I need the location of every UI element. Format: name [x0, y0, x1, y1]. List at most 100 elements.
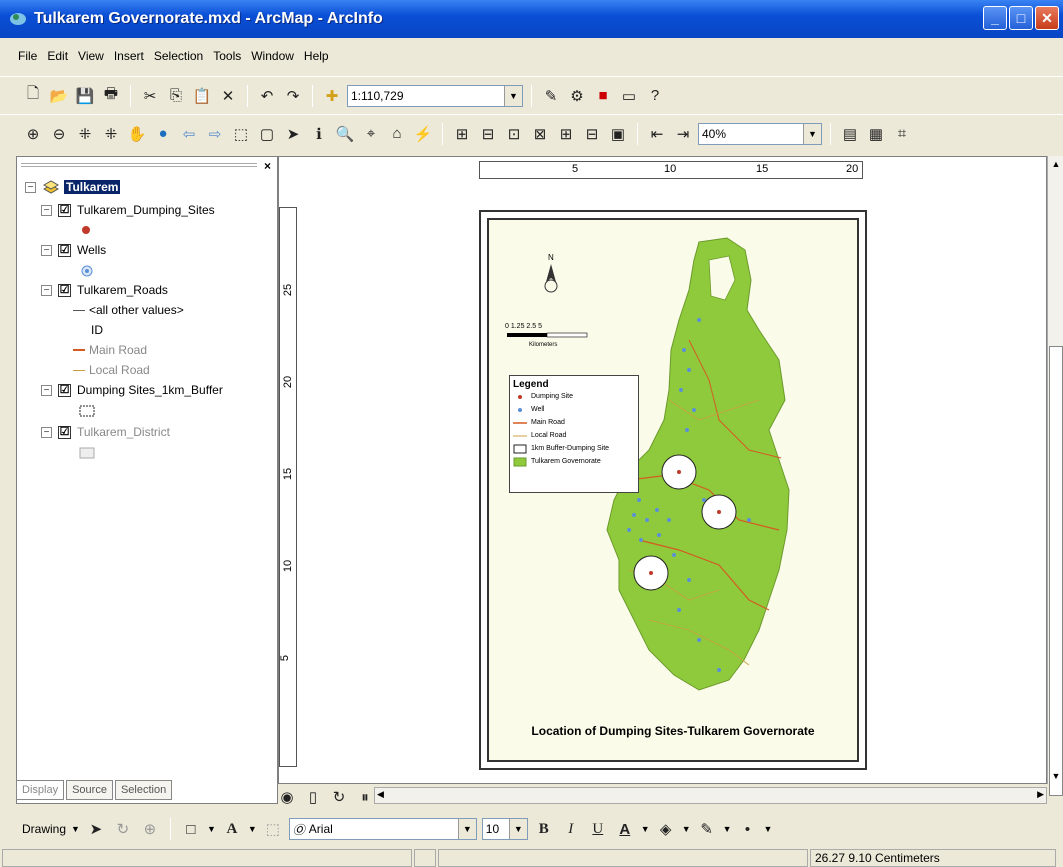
scroll-right-icon[interactable]: ▶	[1037, 789, 1044, 800]
collapse-icon[interactable]: −	[41, 204, 52, 216]
tab-selection[interactable]: Selection	[114, 780, 173, 800]
layout-zoom-out-icon[interactable]: ⊟	[477, 123, 499, 145]
select-elements-icon[interactable]: ➤	[282, 123, 304, 145]
layout-zoom-in-icon[interactable]: ⊞	[451, 123, 473, 145]
italic-icon[interactable]: I	[560, 818, 582, 840]
horizontal-scrollbar[interactable]: ◀ ▶	[374, 787, 1047, 804]
underline-icon[interactable]: U	[587, 818, 609, 840]
rectangle-icon[interactable]: □	[180, 818, 202, 840]
edit-vertices-icon[interactable]: ⬚	[262, 818, 284, 840]
layout-view[interactable]: 5 10 15 20 25 20 15 10 5 N 0 1.25 2.5 5 …	[278, 156, 1047, 784]
chevron-down-icon[interactable]: ▼	[764, 824, 773, 834]
collapse-icon[interactable]: −	[41, 384, 52, 396]
fixed-zoom-in-icon[interactable]: ⁜	[74, 123, 96, 145]
arctoolbox-icon[interactable]: ■	[592, 85, 614, 107]
zoom-whole-page-icon[interactable]: ⊠	[529, 123, 551, 145]
layout-view-icon[interactable]: ▯	[302, 786, 324, 808]
collapse-icon[interactable]: −	[25, 181, 36, 193]
scroll-left-icon[interactable]: ◀	[377, 789, 384, 800]
menu-insert[interactable]: Insert	[114, 49, 144, 63]
toc-layer-dumping-sites[interactable]: − ☑ Tulkarem_Dumping_Sites	[41, 203, 215, 217]
go-to-xy-icon[interactable]: ⌖	[360, 123, 382, 145]
zoom-combo[interactable]: 40% ▼	[698, 122, 822, 145]
scroll-up-icon[interactable]: ▲	[1048, 156, 1063, 172]
toc-frame-row[interactable]: − Tulkarem	[25, 179, 121, 195]
font-name-combo[interactable]: Ⓞ Arial ▼	[288, 818, 477, 840]
command-line-icon[interactable]: ▭	[618, 85, 640, 107]
measure-icon[interactable]: ⌂	[386, 123, 408, 145]
zoom-out-icon[interactable]: ⊖	[48, 123, 70, 145]
minimize-button[interactable]: _	[983, 6, 1007, 30]
chevron-down-icon[interactable]: ▼	[504, 85, 522, 106]
chevron-down-icon[interactable]: ▼	[508, 819, 527, 839]
delete-icon[interactable]: ✕	[217, 85, 239, 107]
drawing-menu[interactable]: Drawing	[22, 822, 66, 836]
zoom-to-selected-icon[interactable]: ⊕	[139, 818, 161, 840]
chevron-down-icon[interactable]: ▼	[207, 824, 216, 834]
undo-icon[interactable]: ↶	[256, 85, 278, 107]
pause-drawing-icon[interactable]: ⏸	[354, 786, 376, 808]
toc-grip[interactable]	[21, 163, 257, 167]
line-color-icon[interactable]: ✎	[696, 818, 718, 840]
layer-checkbox[interactable]: ☑	[58, 283, 71, 297]
menu-help[interactable]: Help	[304, 49, 329, 63]
chevron-down-icon[interactable]: ▼	[682, 824, 691, 834]
marker-color-icon[interactable]: •	[737, 818, 759, 840]
go-forward-extent-icon[interactable]: ⇥	[672, 123, 694, 145]
font-color-icon[interactable]: A	[614, 818, 636, 840]
collapse-icon[interactable]: −	[41, 244, 52, 256]
go-back-extent-icon[interactable]: ⇤	[646, 123, 668, 145]
copy-icon[interactable]: ⎘	[165, 85, 187, 107]
redo-icon[interactable]: ↷	[282, 85, 304, 107]
map-frame[interactable]: N 0 1.25 2.5 5 Kilometers Legend Dumping…	[487, 218, 859, 762]
toc-layer-district[interactable]: − ☑ Tulkarem_District	[41, 425, 170, 439]
layout-page[interactable]: N 0 1.25 2.5 5 Kilometers Legend Dumping…	[479, 210, 867, 770]
select-features-icon[interactable]: ⬚	[230, 123, 252, 145]
chevron-down-icon[interactable]: ▼	[457, 819, 476, 839]
cut-icon[interactable]: ✂	[139, 85, 161, 107]
fixed-zoom-out-icon[interactable]: ⁜	[100, 123, 122, 145]
menu-file[interactable]: File	[18, 49, 37, 63]
chevron-down-icon[interactable]: ▼	[723, 824, 732, 834]
focus-data-frame-icon[interactable]: ▦	[865, 123, 887, 145]
refresh-icon[interactable]: ↻	[328, 786, 350, 808]
chevron-down-icon[interactable]: ▼	[248, 824, 257, 834]
tab-display[interactable]: Display	[16, 780, 65, 800]
layer-checkbox[interactable]: ☑	[58, 203, 71, 217]
whats-this-icon[interactable]: ?	[644, 85, 666, 107]
add-data-icon[interactable]: ✚	[321, 85, 343, 107]
rotate-icon[interactable]: ↻	[112, 818, 134, 840]
chevron-down-icon[interactable]: ▼	[71, 824, 80, 834]
maximize-button[interactable]: □	[1009, 6, 1033, 30]
forward-extent-icon[interactable]: ⇨	[204, 123, 226, 145]
change-layout-icon[interactable]: ⌗	[891, 123, 913, 145]
scroll-thumb[interactable]	[1049, 346, 1063, 796]
font-size-combo[interactable]: 10 ▼	[481, 818, 528, 840]
vertical-scrollbar[interactable]: ▲ ▼	[1047, 156, 1063, 796]
fill-color-icon[interactable]: ◈	[655, 818, 677, 840]
full-extent-icon[interactable]: ●	[152, 123, 174, 145]
zoom-100-icon[interactable]: ▣	[607, 123, 629, 145]
scroll-down-icon[interactable]: ▼	[1048, 768, 1063, 784]
zoom-in-icon[interactable]: ⊕	[22, 123, 44, 145]
tab-source[interactable]: Source	[66, 780, 113, 800]
menu-edit[interactable]: Edit	[47, 49, 68, 63]
arccatalog-icon[interactable]: ⚙	[566, 85, 588, 107]
data-view-icon[interactable]: ◉	[276, 786, 298, 808]
chevron-down-icon[interactable]: ▼	[641, 824, 650, 834]
chevron-down-icon[interactable]: ▼	[803, 123, 821, 144]
layout-pan-icon[interactable]: ⊡	[503, 123, 525, 145]
menu-window[interactable]: Window	[251, 49, 294, 63]
toc-layer-wells[interactable]: − ☑ Wells	[41, 243, 106, 257]
collapse-icon[interactable]: −	[41, 284, 52, 296]
editor-icon[interactable]: ✎	[540, 85, 562, 107]
layer-checkbox[interactable]: ☑	[58, 425, 71, 439]
layer-checkbox[interactable]: ☑	[58, 383, 71, 397]
toc-layer-buffer[interactable]: − ☑ Dumping Sites_1km_Buffer	[41, 383, 223, 397]
collapse-icon[interactable]: −	[41, 426, 52, 438]
close-button[interactable]: ✕	[1035, 6, 1059, 30]
menu-view[interactable]: View	[78, 49, 104, 63]
map-scale-combo[interactable]: 1:110,729 ▼	[347, 84, 523, 107]
open-icon[interactable]: 📂	[48, 85, 70, 107]
paste-icon[interactable]: 📋	[191, 85, 213, 107]
